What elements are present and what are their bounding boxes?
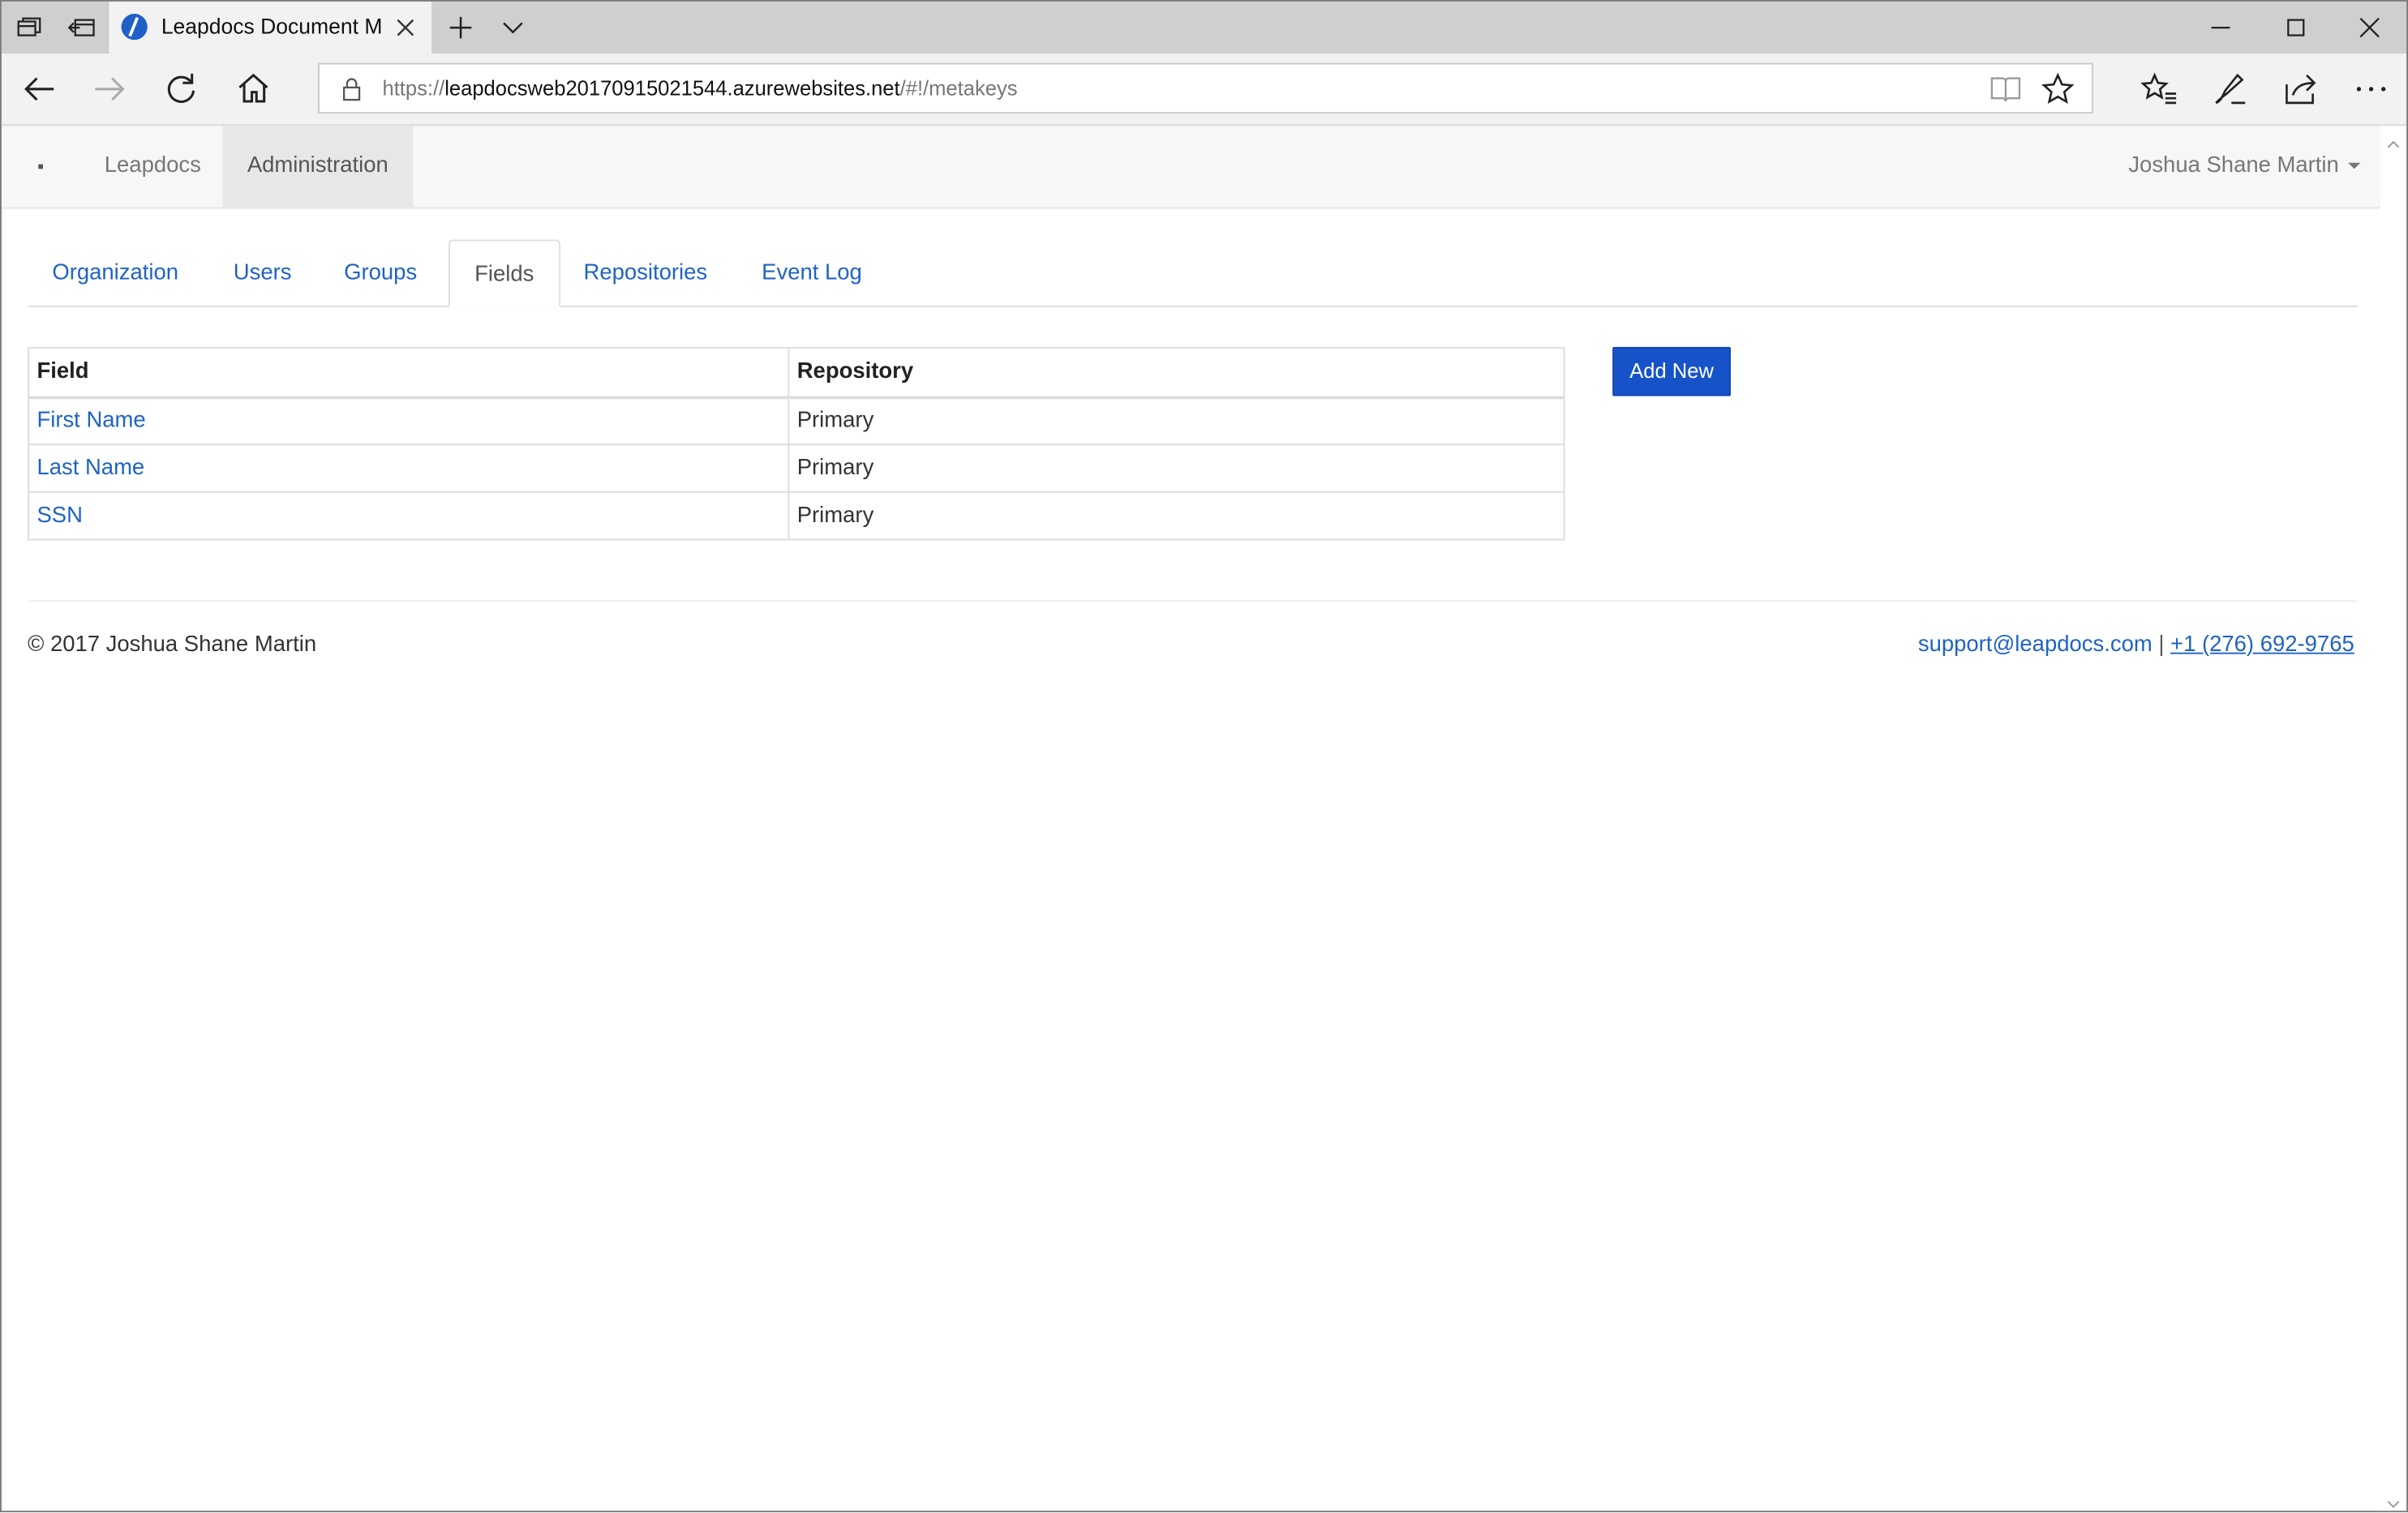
url-text[interactable]: https://leapdocsweb20170915021544.azurew… <box>382 77 1017 100</box>
favorites-icon[interactable] <box>2140 69 2179 109</box>
tab-title: Leapdocs Document Ma <box>161 14 383 39</box>
footer-separator: | <box>2158 632 2165 658</box>
column-header-repository: Repository <box>788 346 1565 399</box>
repository-cell: Primary <box>788 396 1565 446</box>
maximize-icon[interactable] <box>2279 11 2313 45</box>
field-link[interactable]: SSN <box>36 504 82 528</box>
reading-view-icon[interactable] <box>1990 75 2021 103</box>
home-icon[interactable] <box>234 69 273 109</box>
browser-tab-active[interactable]: Leapdocs Document Ma <box>109 1 432 54</box>
add-new-button[interactable]: Add New <box>1612 346 1731 396</box>
page-scrollbar[interactable] <box>2380 126 2407 1511</box>
browser-window: Leapdocs Document Ma https://leapdocsweb… <box>0 0 2408 1513</box>
caret-down-icon <box>2348 163 2361 169</box>
tab-event-log[interactable]: Event Log <box>737 239 886 304</box>
forward-icon[interactable] <box>89 69 129 109</box>
url-scheme: https:// <box>382 76 445 101</box>
repository-cell: Primary <box>788 444 1565 493</box>
address-bar-row: https://leapdocsweb20170915021544.azurew… <box>1 54 2407 126</box>
more-icon[interactable] <box>2351 69 2391 109</box>
scroll-up-icon[interactable] <box>2386 132 2400 148</box>
address-bar[interactable]: https://leapdocsweb20170915021544.azurew… <box>317 62 2093 114</box>
minimize-icon[interactable] <box>2204 11 2238 45</box>
support-email-link[interactable]: support@leapdocs.com <box>1918 632 2153 657</box>
url-host: leapdocsweb20170915021544.azurewebsites.… <box>444 76 900 101</box>
user-menu[interactable]: Joshua Shane Martin <box>2128 126 2361 207</box>
tab-fields[interactable]: Fields <box>448 239 560 307</box>
table-row: First Name Primary <box>28 396 1565 446</box>
brand-logo[interactable] <box>38 164 44 169</box>
column-header-field: Field <box>28 346 790 399</box>
table-row: SSN Primary <box>28 491 1565 541</box>
title-bar: Leapdocs Document Ma <box>1 1 2407 54</box>
tabs-aside-icon[interactable] <box>63 9 100 45</box>
tab-users[interactable]: Users <box>209 239 316 304</box>
footer-divider <box>28 600 2358 602</box>
notes-pen-icon[interactable] <box>2210 69 2250 109</box>
table-row: Last Name Primary <box>28 444 1565 493</box>
footer-contact: support@leapdocs.com | +1 (276) 692-9765 <box>1918 632 2354 657</box>
back-icon[interactable] <box>20 69 60 109</box>
support-phone-link[interactable]: +1 (276) 692-9765 <box>2170 632 2354 657</box>
favorite-star-icon[interactable] <box>2041 72 2075 106</box>
user-name: Joshua Shane Martin <box>2128 153 2339 178</box>
app-navbar: Leapdocs Administration Joshua Shane Mar… <box>1 126 2382 209</box>
tab-repositories[interactable]: Repositories <box>559 239 732 304</box>
close-window-icon[interactable] <box>2353 11 2387 45</box>
nav-administration[interactable]: Administration <box>222 126 414 208</box>
leapdocs-favicon-icon <box>121 14 148 41</box>
refresh-icon[interactable] <box>161 69 201 109</box>
lock-icon[interactable] <box>341 77 363 101</box>
new-tab-icon[interactable] <box>442 9 479 45</box>
nav-leapdocs[interactable]: Leapdocs <box>79 126 225 207</box>
field-link[interactable]: First Name <box>36 409 145 433</box>
tab-list-icon[interactable] <box>495 9 531 45</box>
scroll-down-icon[interactable] <box>2386 1491 2400 1508</box>
share-icon[interactable] <box>2281 69 2320 109</box>
tab-overview-icon[interactable] <box>11 9 47 45</box>
repository-cell: Primary <box>788 491 1565 541</box>
field-link[interactable]: Last Name <box>36 456 144 480</box>
tab-organization[interactable]: Organization <box>28 239 203 304</box>
footer-copyright: © 2017 Joshua Shane Martin <box>28 632 317 658</box>
url-path: /#!/metakeys <box>899 76 1018 101</box>
table-header-row: Field Repository <box>28 346 1565 399</box>
admin-tabs: Organization Users Groups Fields Reposit… <box>28 239 2358 307</box>
close-tab-icon[interactable] <box>392 14 419 41</box>
fields-table: Field Repository First Name Primary Last… <box>28 346 1565 541</box>
tab-groups[interactable]: Groups <box>320 239 442 304</box>
